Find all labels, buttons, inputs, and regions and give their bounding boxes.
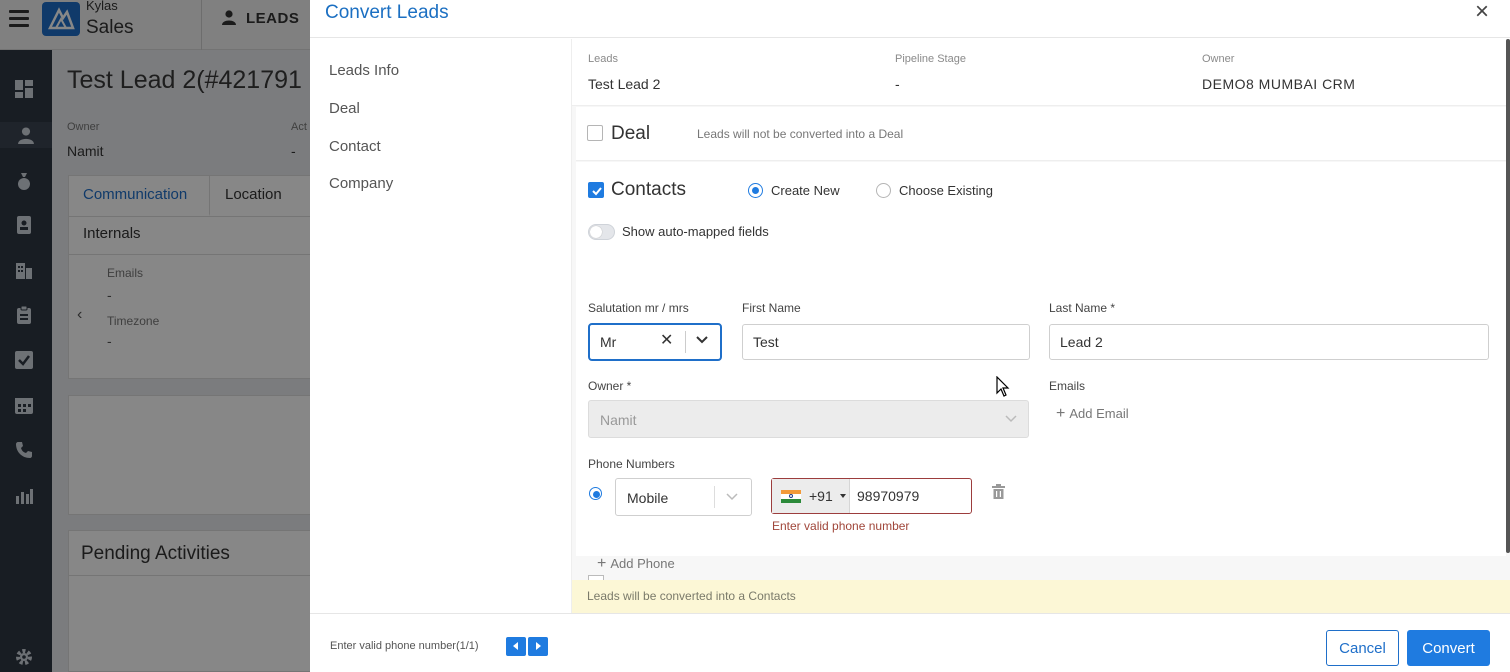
phone-error-message: Enter valid phone number [772,519,910,533]
phone-type-value: Mobile [627,490,669,506]
clear-x-icon[interactable]: ✕ [660,330,673,350]
primary-phone-radio[interactable] [589,487,602,500]
last-name-label: Last Name * [1049,301,1116,315]
first-name-label: First Name [742,301,801,315]
modal-footer: Enter valid phone number(1/1) Cancel Con… [310,613,1510,672]
contacts-checkbox[interactable] [588,182,604,198]
salutation-select[interactable]: Mr ✕ [588,323,722,361]
auto-mapped-toggle[interactable] [588,224,615,240]
modal-content: Leads Test Lead 2 Pipeline Stage - Owner… [572,39,1510,613]
phone-type-select[interactable]: Mobile [615,478,752,516]
chevron-down-icon [1005,415,1017,423]
plus-icon: + [597,555,607,572]
owner-info-label: Owner [1202,53,1235,65]
caret-down-icon [840,494,846,498]
conversion-note: Leads will be converted into a Contacts [587,589,796,603]
india-flag-icon [781,490,801,503]
trash-icon[interactable] [992,484,1005,499]
deal-label: Deal [611,123,651,144]
modal-header: Convert Leads × [310,0,1510,38]
salutation-label: Salutation mr / mrs [588,301,689,315]
phone-number-value[interactable]: 98970979 [857,488,919,504]
footer-error-text: Enter valid phone number(1/1) [330,640,479,652]
salutation-value: Mr [600,334,617,350]
nav-item-contact[interactable]: Contact [329,138,381,155]
add-phone-link[interactable]: + Add Phone [597,555,675,573]
add-email-label: Add Email [1069,406,1129,421]
deal-checkbox[interactable] [587,125,603,141]
nav-item-leads-info[interactable]: Leads Info [329,62,399,79]
previous-error-icon[interactable] [506,637,526,656]
country-code-select[interactable]: +91 [772,479,850,513]
leads-info-row: Leads Test Lead 2 Pipeline Stage - Owner… [572,39,1506,106]
plus-icon: + [1056,405,1066,422]
owner-select-disabled: Namit [588,400,1029,438]
emails-field-label: Emails [1049,379,1086,393]
nav-item-deal[interactable]: Deal [329,100,360,117]
next-error-icon[interactable] [528,637,548,656]
country-code: +91 [809,488,833,504]
last-name-input[interactable] [1049,324,1489,360]
error-pager [506,637,549,656]
owner-field-label: Owner * [588,379,632,393]
phone-numbers-label: Phone Numbers [588,457,675,471]
deal-note: Leads will not be converted into a Deal [697,127,904,141]
leads-value: Test Lead 2 [588,76,661,92]
check-icon [592,187,602,196]
choose-existing-radio[interactable] [876,183,891,198]
modal-section-nav: Leads Info Deal Contact Company [310,39,572,613]
create-new-label[interactable]: Create New [771,183,840,198]
contacts-label: Contacts [611,179,686,200]
close-icon[interactable]: × [1475,0,1489,24]
divider [714,486,715,508]
owner-select-value: Namit [600,412,637,428]
add-email-link[interactable]: + Add Email [1056,405,1129,423]
conversion-note-bar: Leads will be converted into a Contacts [572,580,1510,613]
convert-leads-modal: Convert Leads × Leads Info Deal Contact … [310,0,1510,672]
owner-info-value: DEMO8 MUMBAI CRM [1202,76,1356,92]
choose-existing-label[interactable]: Choose Existing [899,183,993,198]
pipeline-stage-label: Pipeline Stage [895,53,966,65]
create-new-radio[interactable] [748,183,763,198]
chevron-down-icon[interactable] [726,493,738,501]
deal-section: Deal Leads will not be converted into a … [576,107,1506,161]
leads-label: Leads [588,53,618,65]
chevron-down-icon[interactable] [696,336,708,344]
pipeline-stage-value: - [895,76,900,92]
modal-title: Convert Leads [325,2,449,23]
scrollbar[interactable] [1506,39,1510,553]
first-name-input[interactable] [742,324,1030,360]
phone-number-field[interactable]: +91 98970979 [771,478,972,514]
convert-button[interactable]: Convert [1407,630,1490,666]
auto-mapped-label: Show auto-mapped fields [622,224,769,239]
add-phone-label: Add Phone [610,556,675,571]
cancel-button[interactable]: Cancel [1326,630,1399,666]
nav-item-company[interactable]: Company [329,175,393,192]
contacts-section: Contacts Create New Choose Existing Show… [576,162,1506,572]
mouse-cursor-icon [996,376,1010,397]
divider [685,331,686,353]
